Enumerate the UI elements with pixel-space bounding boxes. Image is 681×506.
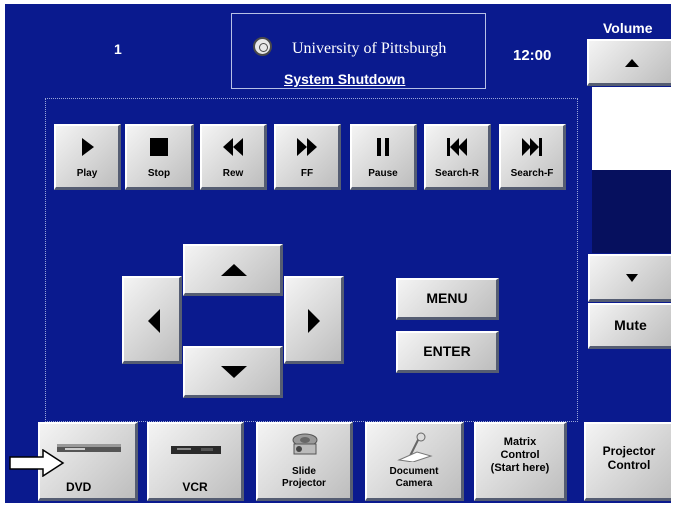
vcr-icon: [171, 446, 221, 454]
dvd-player-icon: [57, 444, 121, 452]
skip-forward-icon: [522, 138, 542, 156]
search-f-button[interactable]: Search-F: [499, 124, 566, 190]
vcr-button[interactable]: VCR: [147, 422, 244, 501]
left-arrow-button[interactable]: [122, 276, 182, 364]
rewind-icon: [223, 138, 243, 156]
system-shutdown-link[interactable]: System Shutdown: [284, 71, 405, 87]
volume-label: Volume: [603, 20, 653, 36]
volume-down-button[interactable]: [588, 254, 671, 302]
play-icon: [82, 138, 94, 156]
skip-back-icon: [447, 138, 467, 156]
document-camera-label: Document Camera: [389, 466, 439, 489]
vcr-label: VCR: [182, 480, 208, 494]
university-seal-icon: [253, 37, 272, 56]
up-arrow-button[interactable]: [183, 244, 283, 296]
dvd-label: DVD: [66, 480, 92, 494]
document-camera-icon: [397, 432, 433, 462]
triangle-down-icon: [626, 274, 638, 282]
search-r-button[interactable]: Search-R: [424, 124, 491, 190]
document-camera-button[interactable]: Document Camera: [365, 422, 464, 501]
search-f-label: Search-F: [510, 168, 554, 179]
clock: 12:00: [513, 47, 552, 64]
triangle-left-icon: [148, 309, 160, 333]
slide-projector-button[interactable]: Slide Projector: [256, 422, 353, 501]
ff-button[interactable]: FF: [274, 124, 341, 190]
stop-label: Stop: [147, 168, 171, 179]
pause-icon: [377, 138, 389, 156]
pause-button[interactable]: Pause: [350, 124, 417, 190]
menu-button[interactable]: MENU: [396, 278, 499, 320]
play-button[interactable]: Play: [54, 124, 121, 190]
room-number: 1: [114, 41, 122, 57]
ff-label: FF: [300, 168, 314, 179]
slide-projector-icon: [292, 433, 318, 455]
triangle-right-icon: [308, 309, 320, 333]
mute-button[interactable]: Mute: [588, 303, 671, 349]
play-label: Play: [76, 168, 98, 179]
volume-level-fill: [592, 87, 671, 170]
volume-up-button[interactable]: [587, 39, 671, 86]
triangle-down-icon: [221, 366, 247, 378]
pointer-arrow-icon: [9, 449, 65, 477]
search-r-label: Search-R: [435, 168, 479, 179]
volume-level-bar[interactable]: [592, 87, 671, 253]
right-arrow-button[interactable]: [284, 276, 344, 364]
enter-button[interactable]: ENTER: [396, 331, 499, 373]
matrix-control-button[interactable]: Matrix Control (Start here): [474, 422, 567, 501]
stop-icon: [150, 138, 168, 156]
triangle-up-icon: [625, 59, 639, 67]
control-panel: 1 University of Pittsburgh System Shutdo…: [5, 4, 671, 503]
triangle-up-icon: [221, 264, 247, 276]
rew-button[interactable]: Rew: [200, 124, 267, 190]
projector-control-label: Projector Control: [602, 444, 656, 472]
matrix-control-label: Matrix Control (Start here): [490, 436, 550, 474]
university-name: University of Pittsburgh: [292, 40, 447, 57]
stop-button[interactable]: Stop: [125, 124, 194, 190]
pause-label: Pause: [368, 168, 398, 179]
down-arrow-button[interactable]: [183, 346, 283, 398]
slide-projector-label: Slide Projector: [282, 466, 326, 489]
projector-control-button[interactable]: Projector Control: [584, 422, 671, 501]
rew-label: Rew: [222, 168, 244, 179]
fast-forward-icon: [297, 138, 317, 156]
